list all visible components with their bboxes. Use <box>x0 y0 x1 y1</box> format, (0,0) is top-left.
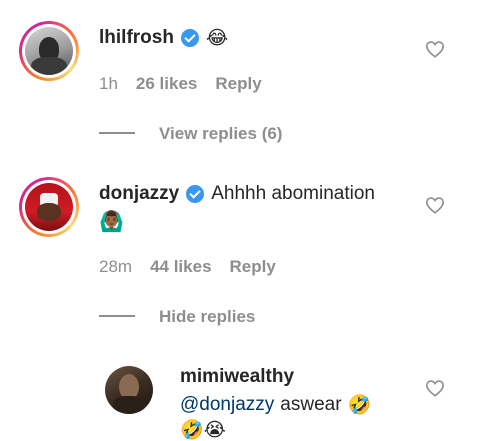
reply-button[interactable]: Reply <box>230 257 276 277</box>
comment-time: 1h <box>99 74 118 93</box>
divider <box>99 315 135 317</box>
like-heart-icon[interactable] <box>425 40 445 58</box>
comment-emoji: 🤣 <box>347 394 372 416</box>
username[interactable]: donjazzy <box>99 183 179 205</box>
like-heart-icon[interactable] <box>425 196 445 214</box>
likes-count[interactable]: 26 likes <box>136 74 197 94</box>
comment-text: Ahhhh abomination <box>211 183 375 204</box>
comment-text: aswear <box>280 393 342 415</box>
verified-icon <box>186 185 205 203</box>
likes-count[interactable]: 44 likes <box>150 257 211 277</box>
comment-emoji-line: 🤣😭 <box>180 419 226 441</box>
verified-icon <box>180 29 199 47</box>
reply-button[interactable]: Reply <box>215 74 261 94</box>
like-heart-icon[interactable] <box>425 379 445 397</box>
hide-replies-button[interactable]: Hide replies <box>159 307 255 327</box>
divider <box>99 132 135 134</box>
avatar[interactable] <box>105 366 153 414</box>
mention-link[interactable]: @donjazzy <box>180 394 274 416</box>
avatar[interactable] <box>19 21 79 81</box>
avatar[interactable] <box>19 177 79 237</box>
comment-text: 😂 <box>205 27 229 49</box>
comment-emoji: 🙆🏾‍♂️ <box>99 209 124 233</box>
view-replies-button[interactable]: View replies (6) <box>159 124 282 144</box>
comment-time: 28m <box>99 257 133 276</box>
username[interactable]: mimiwealthy <box>180 366 294 388</box>
username[interactable]: lhilfrosh <box>99 27 174 49</box>
